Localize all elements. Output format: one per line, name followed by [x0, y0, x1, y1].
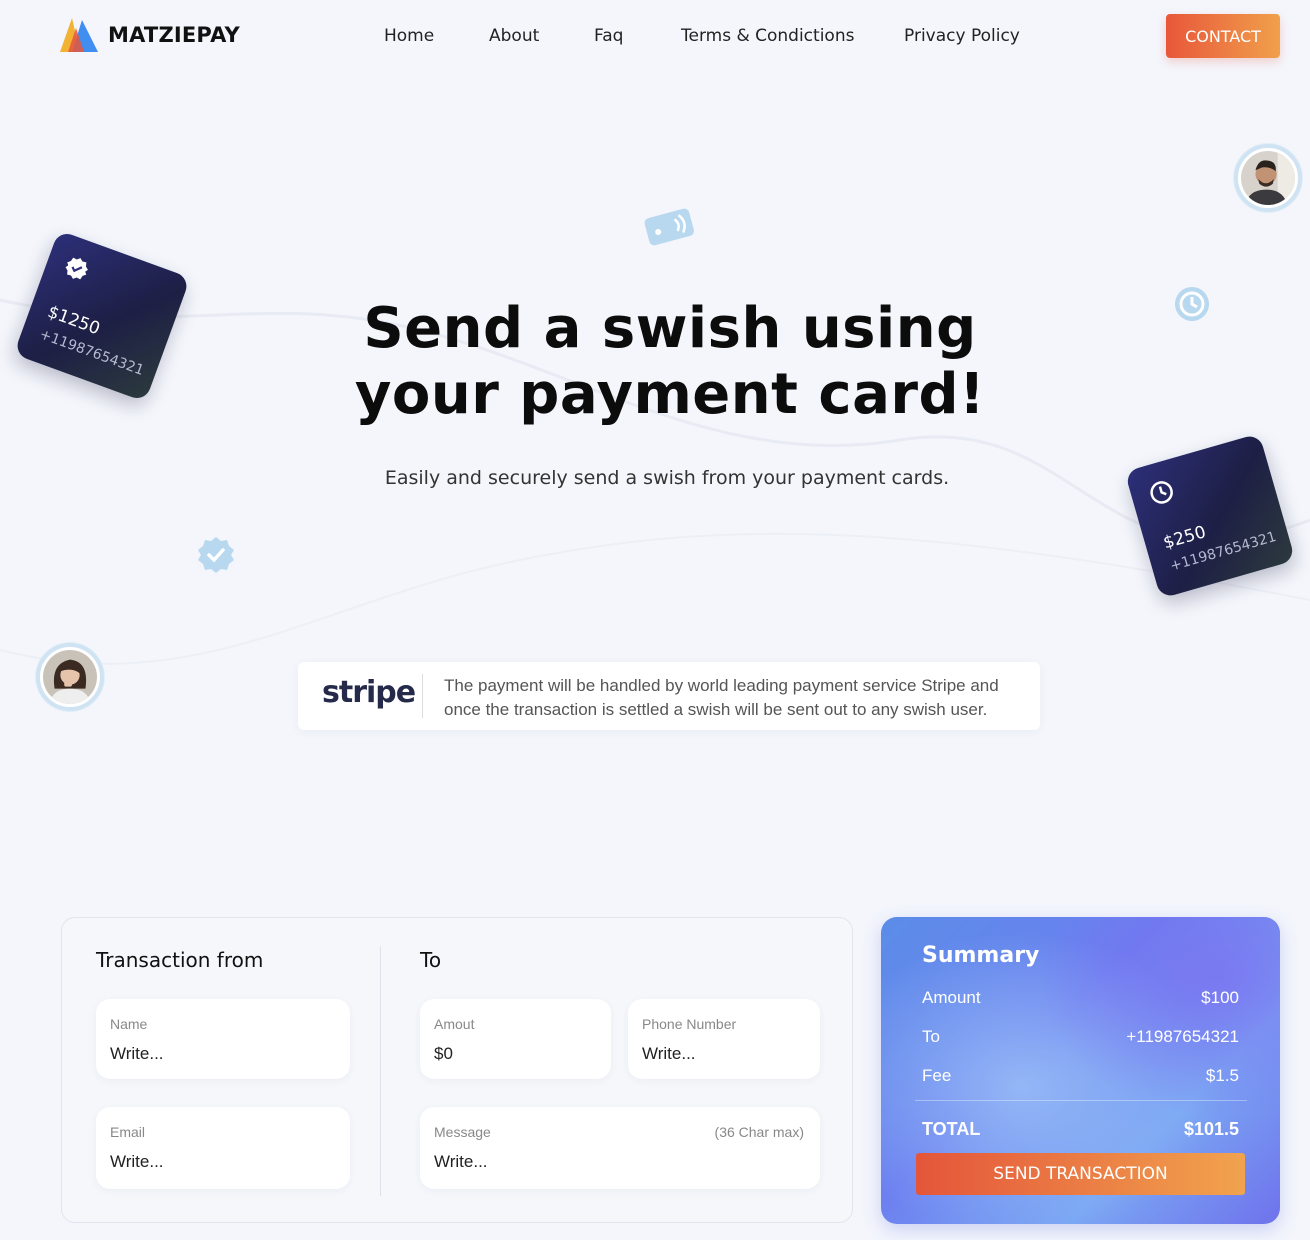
summary-row-amount: Amount $100 [922, 988, 1239, 1008]
nav-about[interactable]: About [489, 26, 539, 46]
phone-input[interactable]: Write... [642, 1044, 696, 1064]
summary-fee-label: Fee [922, 1066, 952, 1085]
stripe-description: The payment will be handled by world lea… [444, 676, 999, 719]
summary-total-label: TOTAL [922, 1119, 981, 1139]
hero-title-line1: Send a swish using [363, 296, 977, 361]
nav-home[interactable]: Home [384, 26, 434, 46]
avatar-man-photo [1241, 151, 1295, 205]
nav-faq[interactable]: Faq [594, 26, 623, 46]
amount-input[interactable]: $0 [434, 1044, 453, 1064]
from-section-title: Transaction from [96, 948, 264, 972]
summary-row-total: TOTAL $101.5 [922, 1119, 1239, 1140]
email-label: Email [110, 1124, 146, 1140]
nav-privacy[interactable]: Privacy Policy [904, 26, 1020, 46]
verified-badge-icon [198, 537, 234, 573]
summary-row-fee: Fee $1.5 [922, 1066, 1239, 1086]
hero-subtitle: Easily and securely send a swish from yo… [384, 467, 950, 489]
email-field[interactable]: Email Write... [96, 1107, 350, 1189]
message-input[interactable]: Write... [434, 1152, 488, 1172]
hero-title-line2: your payment card! [354, 362, 986, 427]
stripe-info-banner: stripe The payment will be handled by wo… [298, 662, 1040, 730]
avatar-woman-photo [43, 650, 97, 704]
stripe-logo: stripe [322, 675, 416, 710]
summary-divider [915, 1100, 1247, 1101]
send-transaction-button[interactable]: SEND TRANSACTION [916, 1153, 1245, 1195]
summary-fee-value: $1.5 [1205, 1066, 1239, 1085]
summary-amount-value: $100 [1201, 988, 1239, 1007]
email-input[interactable]: Write... [110, 1152, 164, 1172]
amount-label: Amout [434, 1016, 475, 1032]
name-field[interactable]: Name Write... [96, 999, 350, 1079]
summary-title: Summary [922, 943, 1040, 968]
summary-to-label: To [922, 1027, 940, 1046]
hero-title: Send a swish using your payment card! [0, 296, 1310, 428]
floating-card-right: $250 +11987654321 [1124, 433, 1296, 599]
transaction-form: Transaction from To Name Write... Email … [61, 917, 853, 1223]
amount-field[interactable]: Amout $0 [420, 999, 611, 1079]
summary-panel: Summary Amount $100 To +11987654321 Fee … [881, 917, 1280, 1224]
phone-field[interactable]: Phone Number Write... [628, 999, 820, 1079]
summary-row-to: To +11987654321 [922, 1027, 1239, 1047]
summary-to-value: +11987654321 [1126, 1027, 1239, 1046]
to-section-title: To [420, 948, 442, 972]
message-label: Message [434, 1124, 491, 1140]
avatar-woman [36, 643, 104, 711]
verified-icon [65, 257, 88, 280]
name-label: Name [110, 1016, 148, 1032]
main-nav: Home About Faq Terms & Condictions Priva… [0, 26, 1310, 50]
message-char-limit: (36 Char max) [714, 1124, 804, 1140]
card-wave-icon [644, 208, 694, 246]
summary-amount-label: Amount [922, 988, 981, 1007]
column-divider [380, 946, 381, 1196]
stripe-divider [422, 674, 423, 718]
page: MATZIEPAY Home About Faq Terms & Condict… [0, 0, 1310, 1240]
name-input[interactable]: Write... [110, 1044, 164, 1064]
avatar-man [1234, 144, 1302, 212]
contact-button[interactable]: CONTACT [1166, 14, 1280, 58]
phone-label: Phone Number [642, 1016, 737, 1032]
message-field[interactable]: Message (36 Char max) Write... [420, 1107, 820, 1189]
nav-terms[interactable]: Terms & Condictions [681, 26, 854, 46]
summary-total-value: $101.5 [1183, 1119, 1239, 1139]
